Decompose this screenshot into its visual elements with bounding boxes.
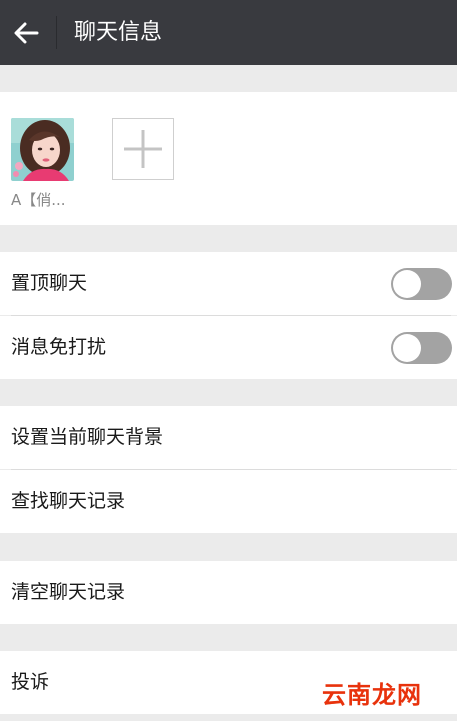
members-section: A【俏... xyxy=(0,92,457,225)
mute-notifications-row[interactable]: 消息免打扰 xyxy=(0,316,457,379)
pin-chat-label: 置顶聊天 xyxy=(11,272,88,294)
add-member-button[interactable] xyxy=(112,118,174,180)
plus-icon xyxy=(124,130,162,168)
toggle-knob xyxy=(393,334,421,362)
search-history-row[interactable]: 查找聊天记录 xyxy=(0,470,457,533)
report-label: 投诉 xyxy=(11,671,50,693)
clear-history-row[interactable]: 清空聊天记录 xyxy=(0,561,457,624)
set-background-label: 设置当前聊天背景 xyxy=(11,426,164,448)
set-background-row[interactable]: 设置当前聊天背景 xyxy=(0,406,457,469)
clear-history-label: 清空聊天记录 xyxy=(11,581,126,603)
mute-notifications-toggle[interactable] xyxy=(391,332,452,364)
search-history-label: 查找聊天记录 xyxy=(11,490,126,512)
page-title: 聊天信息 xyxy=(74,20,163,45)
watermark-logo: 云南龙网 xyxy=(316,672,428,712)
top-bar: 聊天信息 xyxy=(0,0,457,65)
mute-notifications-label: 消息免打扰 xyxy=(11,336,107,358)
back-button[interactable] xyxy=(0,0,52,65)
user-avatar xyxy=(11,118,74,181)
member-name: A【俏... xyxy=(11,191,66,209)
pin-chat-row[interactable]: 置顶聊天 xyxy=(0,252,457,315)
topbar-divider xyxy=(56,16,57,49)
member-item[interactable]: A【俏... xyxy=(11,118,81,210)
arrow-left-icon xyxy=(14,22,39,43)
toggle-knob xyxy=(393,270,421,298)
pin-chat-toggle[interactable] xyxy=(391,268,452,300)
